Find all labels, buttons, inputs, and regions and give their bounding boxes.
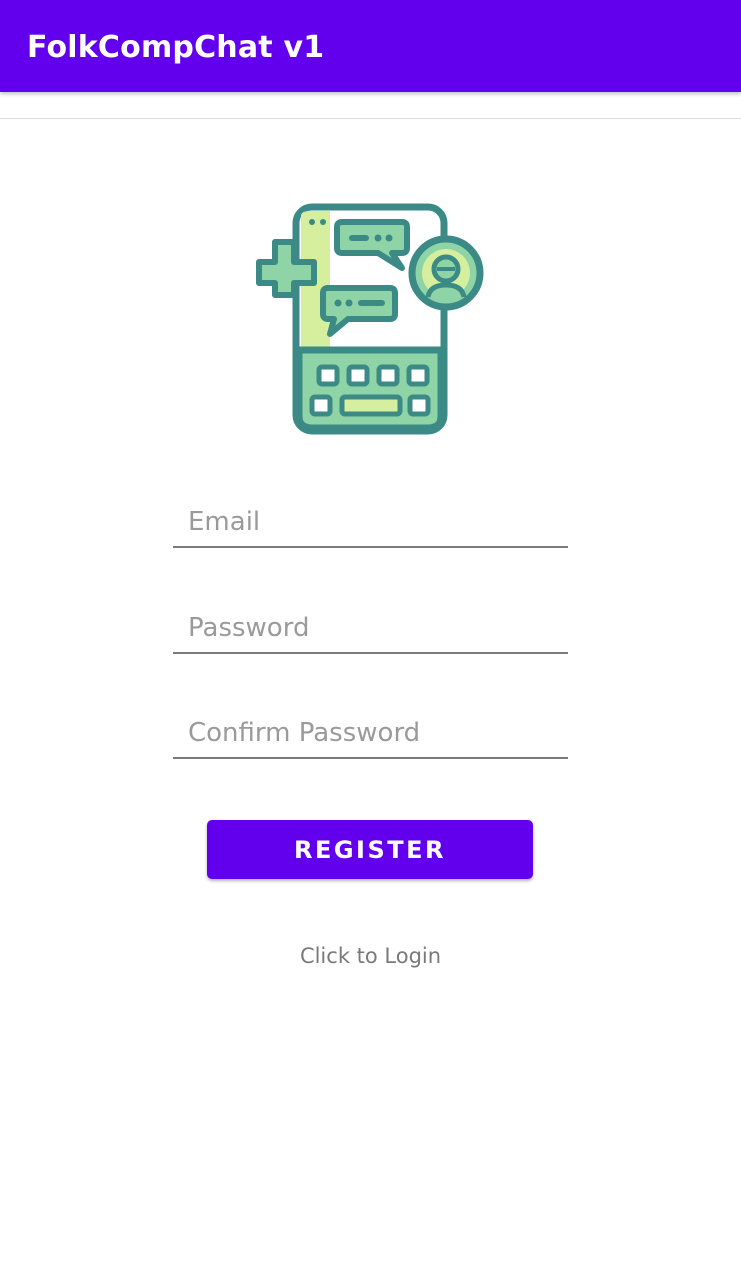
divider [0, 118, 741, 119]
confirm-password-input[interactable] [173, 709, 568, 757]
password-field [173, 604, 568, 654]
register-button[interactable]: REGISTER [207, 820, 533, 879]
app-title: FolkCompChat v1 [27, 30, 325, 65]
password-input[interactable] [173, 604, 568, 652]
app-bar: FolkCompChat v1 [0, 0, 741, 92]
confirm-password-field [173, 709, 568, 759]
email-input[interactable] [173, 498, 568, 546]
email-field [173, 498, 568, 548]
login-link[interactable]: Click to Login [0, 942, 741, 970]
chat-phone-app-logo-icon [254, 202, 488, 438]
